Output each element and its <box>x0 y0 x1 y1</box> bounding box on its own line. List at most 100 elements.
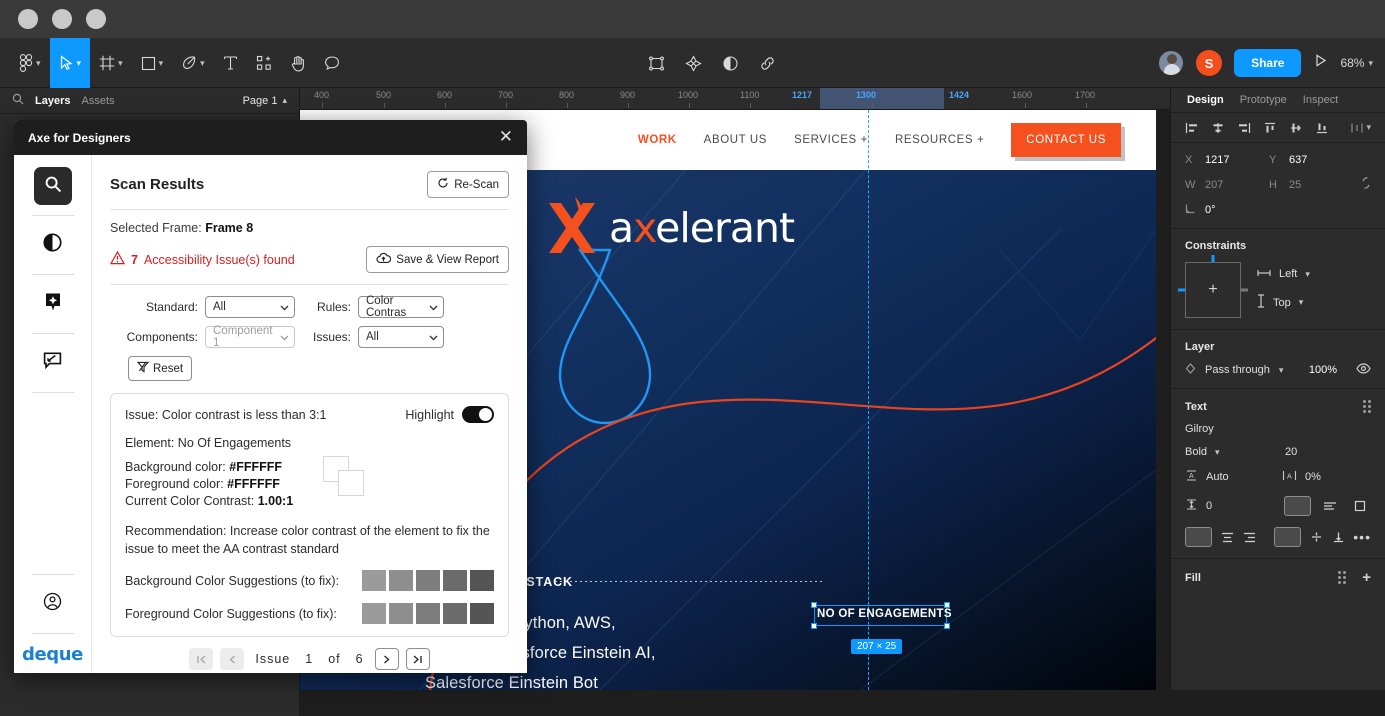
prev-page-button[interactable] <box>220 648 245 670</box>
search-icon[interactable] <box>12 92 24 110</box>
rotation-field[interactable]: 0° <box>1185 203 1269 217</box>
tab-assets[interactable]: Assets <box>81 95 114 107</box>
comment-tool-button[interactable] <box>315 38 349 88</box>
constraint-right-bar[interactable] <box>1241 288 1248 292</box>
line-height-field[interactable]: A Auto <box>1185 469 1274 485</box>
text-more-options-icon[interactable]: ••• <box>1353 530 1371 544</box>
y-field[interactable]: Y 637 <box>1269 154 1353 166</box>
axe-plugin-window[interactable]: Axe for Designers ✕ deque Scan Results R… <box>14 120 527 673</box>
tab-prototype[interactable]: Prototype <box>1240 94 1287 106</box>
avatar[interactable]: S <box>1196 50 1223 76</box>
contrast-icon[interactable] <box>722 55 739 72</box>
share-button[interactable]: Share <box>1234 49 1302 77</box>
text-styles-icon[interactable] <box>1363 400 1371 413</box>
blend-mode-value[interactable]: Pass through <box>1205 364 1270 376</box>
rail-contrast-button[interactable] <box>34 226 72 264</box>
rail-comment-button[interactable] <box>34 344 72 382</box>
horizontal-constraint-select[interactable]: Left ▾ <box>1257 268 1310 280</box>
selected-text-layer[interactable]: NO OF ENGAGEMENTS <box>811 602 952 629</box>
pen-tool-button[interactable]: ▾ <box>172 38 214 88</box>
zoom-level-button[interactable]: 68% ▾ <box>1340 56 1373 70</box>
components-select[interactable]: Component 1 <box>205 325 295 349</box>
contact-us-button[interactable]: CONTACT US <box>1011 123 1121 157</box>
align-text-center-icon[interactable] <box>1220 527 1234 547</box>
foreground-suggestion-swatches[interactable] <box>362 603 494 624</box>
first-page-button[interactable] <box>189 648 214 670</box>
bg-suggestion-swatch[interactable] <box>443 570 467 591</box>
rail-scan-button[interactable] <box>33 167 72 205</box>
rules-select[interactable]: Color Contras <box>358 295 444 319</box>
h-field[interactable]: H 25 <box>1269 176 1353 193</box>
save-view-report-button[interactable]: Save & View Report <box>366 246 509 273</box>
resources-tool-button[interactable] <box>247 38 281 88</box>
tab-design[interactable]: Design <box>1187 94 1224 106</box>
frame-tool-button[interactable]: ▾ <box>90 38 132 88</box>
vector-frame-icon[interactable] <box>648 55 665 72</box>
rescan-button[interactable]: Re-Scan <box>427 171 509 198</box>
bg-suggestion-swatch[interactable] <box>362 570 386 591</box>
tab-layers[interactable]: Layers <box>35 95 70 107</box>
x-field[interactable]: X 1217 <box>1185 154 1269 166</box>
page-selector[interactable]: Page 1 ▴ <box>243 95 287 107</box>
letter-spacing-field[interactable]: A 0% <box>1282 469 1371 485</box>
nav-link-resources[interactable]: RESOURCES + <box>895 134 984 146</box>
window-controls[interactable] <box>18 9 106 29</box>
constraint-left-bar[interactable] <box>1178 288 1185 292</box>
move-tool-button[interactable]: ▾ <box>49 38 91 88</box>
resize-handle-bottom-left[interactable] <box>811 623 817 629</box>
window-minimize-button[interactable] <box>52 9 72 29</box>
bg-suggestion-swatch[interactable] <box>416 570 440 591</box>
close-icon[interactable]: ✕ <box>499 129 513 146</box>
align-text-right-icon[interactable] <box>1242 527 1256 547</box>
link-icon[interactable] <box>759 55 776 72</box>
distribute-menu-button[interactable]: ▾ <box>1350 122 1371 134</box>
text-tool-button[interactable] <box>214 38 247 88</box>
bg-suggestion-swatch[interactable] <box>470 570 494 591</box>
paragraph-spacing-field[interactable]: 0 <box>1185 498 1276 514</box>
constraints-grid[interactable]: + <box>1178 255 1248 318</box>
rail-account-button[interactable] <box>34 585 72 623</box>
auto-width-icon[interactable] <box>1284 496 1312 516</box>
layer-opacity-value[interactable]: 100% <box>1309 364 1337 376</box>
add-fill-icon[interactable]: + <box>1362 570 1371 585</box>
figma-menu-button[interactable]: ▾ <box>10 38 50 88</box>
nav-link-services[interactable]: SERVICES + <box>794 134 868 146</box>
font-size-value[interactable]: 20 <box>1285 446 1297 458</box>
shape-tool-button[interactable]: ▾ <box>132 38 173 88</box>
highlight-toggle[interactable] <box>462 406 494 423</box>
fill-styles-icon[interactable] <box>1338 571 1347 584</box>
bg-suggestion-swatch[interactable] <box>389 570 413 591</box>
resize-handle-top-left[interactable] <box>811 602 817 608</box>
w-field[interactable]: W 207 <box>1185 176 1269 193</box>
resize-handle-bottom-right[interactable] <box>944 623 950 629</box>
play-icon[interactable] <box>1313 53 1328 73</box>
rail-annotate-button[interactable] <box>34 285 72 323</box>
align-left-icon[interactable] <box>1185 122 1199 134</box>
align-text-middle-icon[interactable] <box>1309 527 1323 547</box>
diamond-icon[interactable] <box>685 54 702 72</box>
reset-button[interactable]: Reset <box>128 356 193 381</box>
fg-suggestion-swatch[interactable] <box>362 603 386 624</box>
fg-suggestion-swatch[interactable] <box>416 603 440 624</box>
align-text-left-icon[interactable] <box>1185 527 1212 547</box>
align-bottom-icon[interactable] <box>1315 122 1329 134</box>
align-text-bottom-icon[interactable] <box>1331 527 1345 547</box>
align-top-icon[interactable] <box>1263 122 1277 134</box>
vertical-constraint-select[interactable]: Top ▾ <box>1257 294 1310 311</box>
window-close-button[interactable] <box>18 9 38 29</box>
auto-height-icon[interactable] <box>1319 496 1341 516</box>
issues-select[interactable]: All <box>358 326 444 348</box>
align-text-top-icon[interactable] <box>1274 527 1302 547</box>
standard-select[interactable]: All <box>205 296 295 318</box>
tab-inspect[interactable]: Inspect <box>1303 94 1338 106</box>
align-right-icon[interactable] <box>1237 122 1251 134</box>
collaborator-avatar[interactable] <box>1158 50 1185 76</box>
constraint-top-bar[interactable] <box>1211 255 1215 262</box>
nav-link-about-us[interactable]: ABOUT US <box>704 134 767 146</box>
fg-suggestion-swatch[interactable] <box>470 603 494 624</box>
last-page-button[interactable] <box>405 648 430 670</box>
fg-suggestion-swatch[interactable] <box>443 603 467 624</box>
aspect-ratio-lock-icon[interactable] <box>1361 176 1371 193</box>
eye-icon[interactable] <box>1356 363 1371 377</box>
font-family-value[interactable]: Gilroy <box>1185 423 1371 435</box>
